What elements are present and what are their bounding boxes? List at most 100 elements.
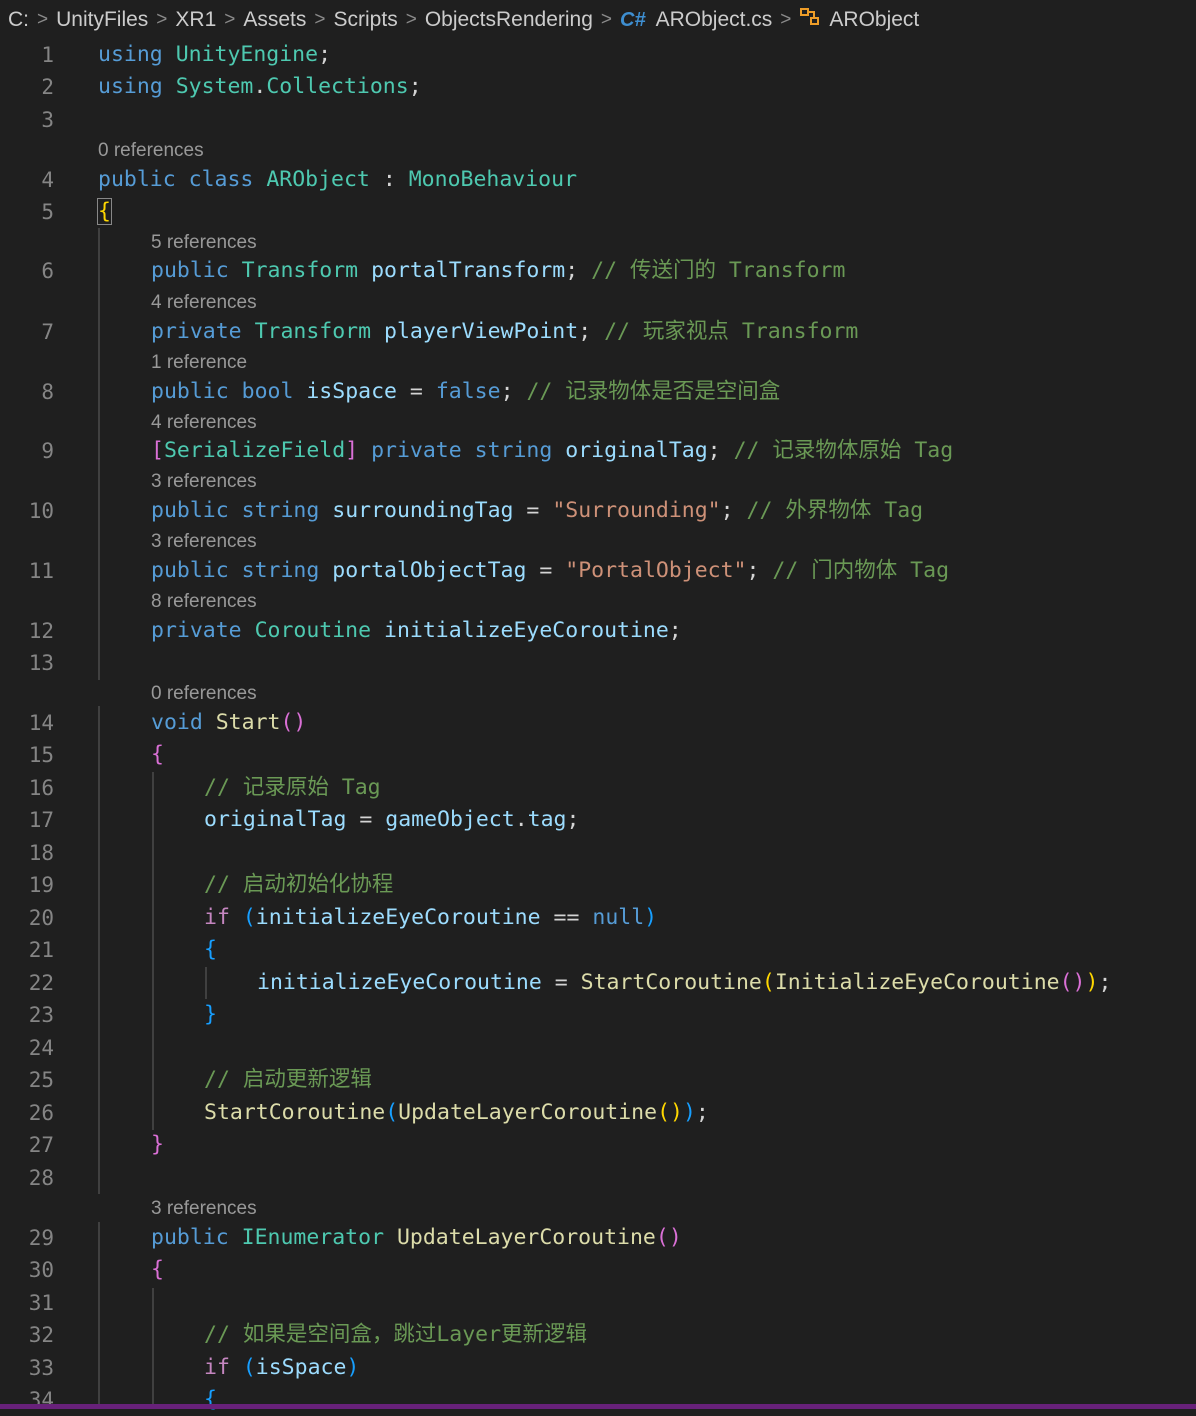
code-line-30[interactable]: {	[151, 1254, 164, 1286]
bracket: )	[668, 1225, 682, 1250]
codelens-references[interactable]: 3 references	[151, 469, 257, 495]
type: Transform	[241, 258, 359, 283]
code-line-9[interactable]: [SerializeField] private string original…	[151, 435, 953, 467]
code-line-27[interactable]: }	[151, 1129, 164, 1161]
comment: // 启动更新逻辑	[204, 1067, 372, 1092]
codelens-references[interactable]: 0 references	[151, 681, 257, 707]
bracket: )	[682, 1100, 696, 1125]
field: isSpace	[255, 1355, 347, 1380]
keyword: public	[151, 379, 229, 404]
variable: gameObject	[385, 807, 515, 832]
punctuation: ;	[318, 42, 332, 67]
code-line-19[interactable]: // 启动初始化协程	[204, 869, 393, 901]
code-line-11[interactable]: public string portalObjectTag = "PortalO…	[151, 555, 949, 587]
keyword: null	[592, 905, 645, 930]
punctuation: ;	[668, 618, 682, 643]
codelens-references[interactable]: 8 references	[151, 589, 257, 615]
line-number: 25	[28, 1068, 54, 1092]
code-line-17[interactable]: originalTag = gameObject.tag;	[204, 804, 579, 836]
operator: =	[409, 379, 423, 404]
line-number: 23	[28, 1003, 54, 1027]
line-number: 8	[41, 380, 54, 404]
code-line-6[interactable]: public Transform portalTransform; // 传送门…	[151, 255, 845, 287]
code-line-15[interactable]: {	[151, 739, 164, 771]
code-line-4[interactable]: public class ARObject : MonoBehaviour	[98, 164, 577, 196]
code-line-29[interactable]: public IEnumerator UpdateLayerCoroutine(…	[151, 1222, 682, 1254]
line-number: 2	[41, 75, 54, 99]
code-line-1[interactable]: using UnityEngine;	[98, 39, 331, 71]
operator: ==	[553, 905, 580, 930]
line-number: 27	[28, 1133, 54, 1157]
punctuation: ;	[500, 379, 514, 404]
codelens-references[interactable]: 3 references	[151, 1196, 257, 1222]
keyword: public	[151, 1225, 229, 1250]
indent-guide	[98, 706, 100, 1194]
bracket: ]	[345, 438, 359, 463]
keyword: public	[151, 498, 229, 523]
punctuation: ;	[1098, 970, 1112, 995]
code-line-25[interactable]: // 启动更新逻辑	[204, 1064, 372, 1096]
punctuation: ;	[720, 498, 734, 523]
code-line-2[interactable]: using System.Collections;	[98, 71, 422, 103]
keyword: private	[151, 319, 242, 344]
code-line-8[interactable]: public bool isSpace = false; // 记录物体是否是空…	[151, 376, 780, 408]
indent-guide	[152, 772, 154, 1130]
code-line-33[interactable]: if (isSpace)	[204, 1352, 359, 1384]
code-line-7[interactable]: private Transform playerViewPoint; // 玩家…	[151, 316, 858, 348]
line-number: 17	[28, 808, 54, 832]
line-number: 33	[28, 1356, 54, 1380]
codelens-references[interactable]: 5 references	[151, 230, 257, 256]
base-type: MonoBehaviour	[408, 167, 578, 192]
operator: =	[526, 498, 540, 523]
bracket: (	[385, 1100, 399, 1125]
code-line-10[interactable]: public string surroundingTag = "Surround…	[151, 495, 923, 527]
code-line-34[interactable]: {	[204, 1384, 217, 1416]
line-number: 11	[28, 559, 54, 583]
field: initializeEyeCoroutine	[384, 618, 669, 643]
code-line-12[interactable]: private Coroutine initializeEyeCoroutine…	[151, 615, 682, 647]
code-line-14[interactable]: void Start()	[151, 707, 306, 739]
code-line-32[interactable]: // 如果是空间盒，跳过Layer更新逻辑	[204, 1319, 587, 1351]
method-call: InitializeEyeCoroutine	[774, 970, 1060, 995]
indent-guide	[98, 228, 100, 680]
keyword: string	[241, 498, 320, 523]
keyword: private	[371, 438, 462, 463]
comment: // 门内物体 Tag	[772, 558, 950, 583]
class-name: ARObject	[266, 167, 370, 192]
punctuation: ;	[578, 319, 592, 344]
line-number: 31	[28, 1291, 54, 1315]
bracket: (	[761, 970, 775, 995]
comment: // 记录原始 Tag	[204, 775, 381, 800]
line-number: 28	[28, 1166, 54, 1190]
comment: // 外界物体 Tag	[746, 498, 924, 523]
codelens-references[interactable]: 1 reference	[151, 350, 247, 376]
code-editor[interactable]: 1 2 3 4 5 6 7 8 9 10 11 12 13 14 15 16 1…	[0, 0, 1196, 1412]
method-call: StartCoroutine	[580, 970, 762, 995]
code-line-22[interactable]: initializeEyeCoroutine = StartCoroutine(…	[257, 967, 1111, 999]
bracket: {	[204, 937, 217, 962]
field: originalTag	[204, 807, 347, 832]
bracket: [	[151, 438, 164, 463]
punctuation: .	[253, 74, 267, 99]
code-line-23[interactable]: }	[204, 999, 217, 1031]
code-line-20[interactable]: if (initializeEyeCoroutine == null)	[204, 902, 657, 934]
type: Transform	[254, 319, 372, 344]
codelens-references[interactable]: 4 references	[151, 410, 257, 436]
comment: // 传送门的 Transform	[591, 258, 846, 283]
code-line-26[interactable]: StartCoroutine(UpdateLayerCoroutine());	[204, 1097, 709, 1129]
code-line-16[interactable]: // 记录原始 Tag	[204, 772, 381, 804]
indent-guide	[152, 1288, 154, 1404]
codelens-references[interactable]: 4 references	[151, 290, 257, 316]
codelens-references[interactable]: 3 references	[151, 529, 257, 555]
punctuation: ;	[695, 1100, 709, 1125]
keyword: string	[241, 558, 320, 583]
line-number: 15	[28, 743, 54, 767]
keyword: using	[98, 42, 163, 67]
code-line-5[interactable]: {	[97, 196, 112, 228]
field: portalObjectTag	[332, 558, 527, 583]
line-number: 3	[41, 108, 54, 132]
keyword: private	[151, 618, 242, 643]
line-number: 32	[28, 1323, 54, 1347]
codelens-references[interactable]: 0 references	[98, 138, 204, 164]
code-line-21[interactable]: {	[204, 934, 217, 966]
